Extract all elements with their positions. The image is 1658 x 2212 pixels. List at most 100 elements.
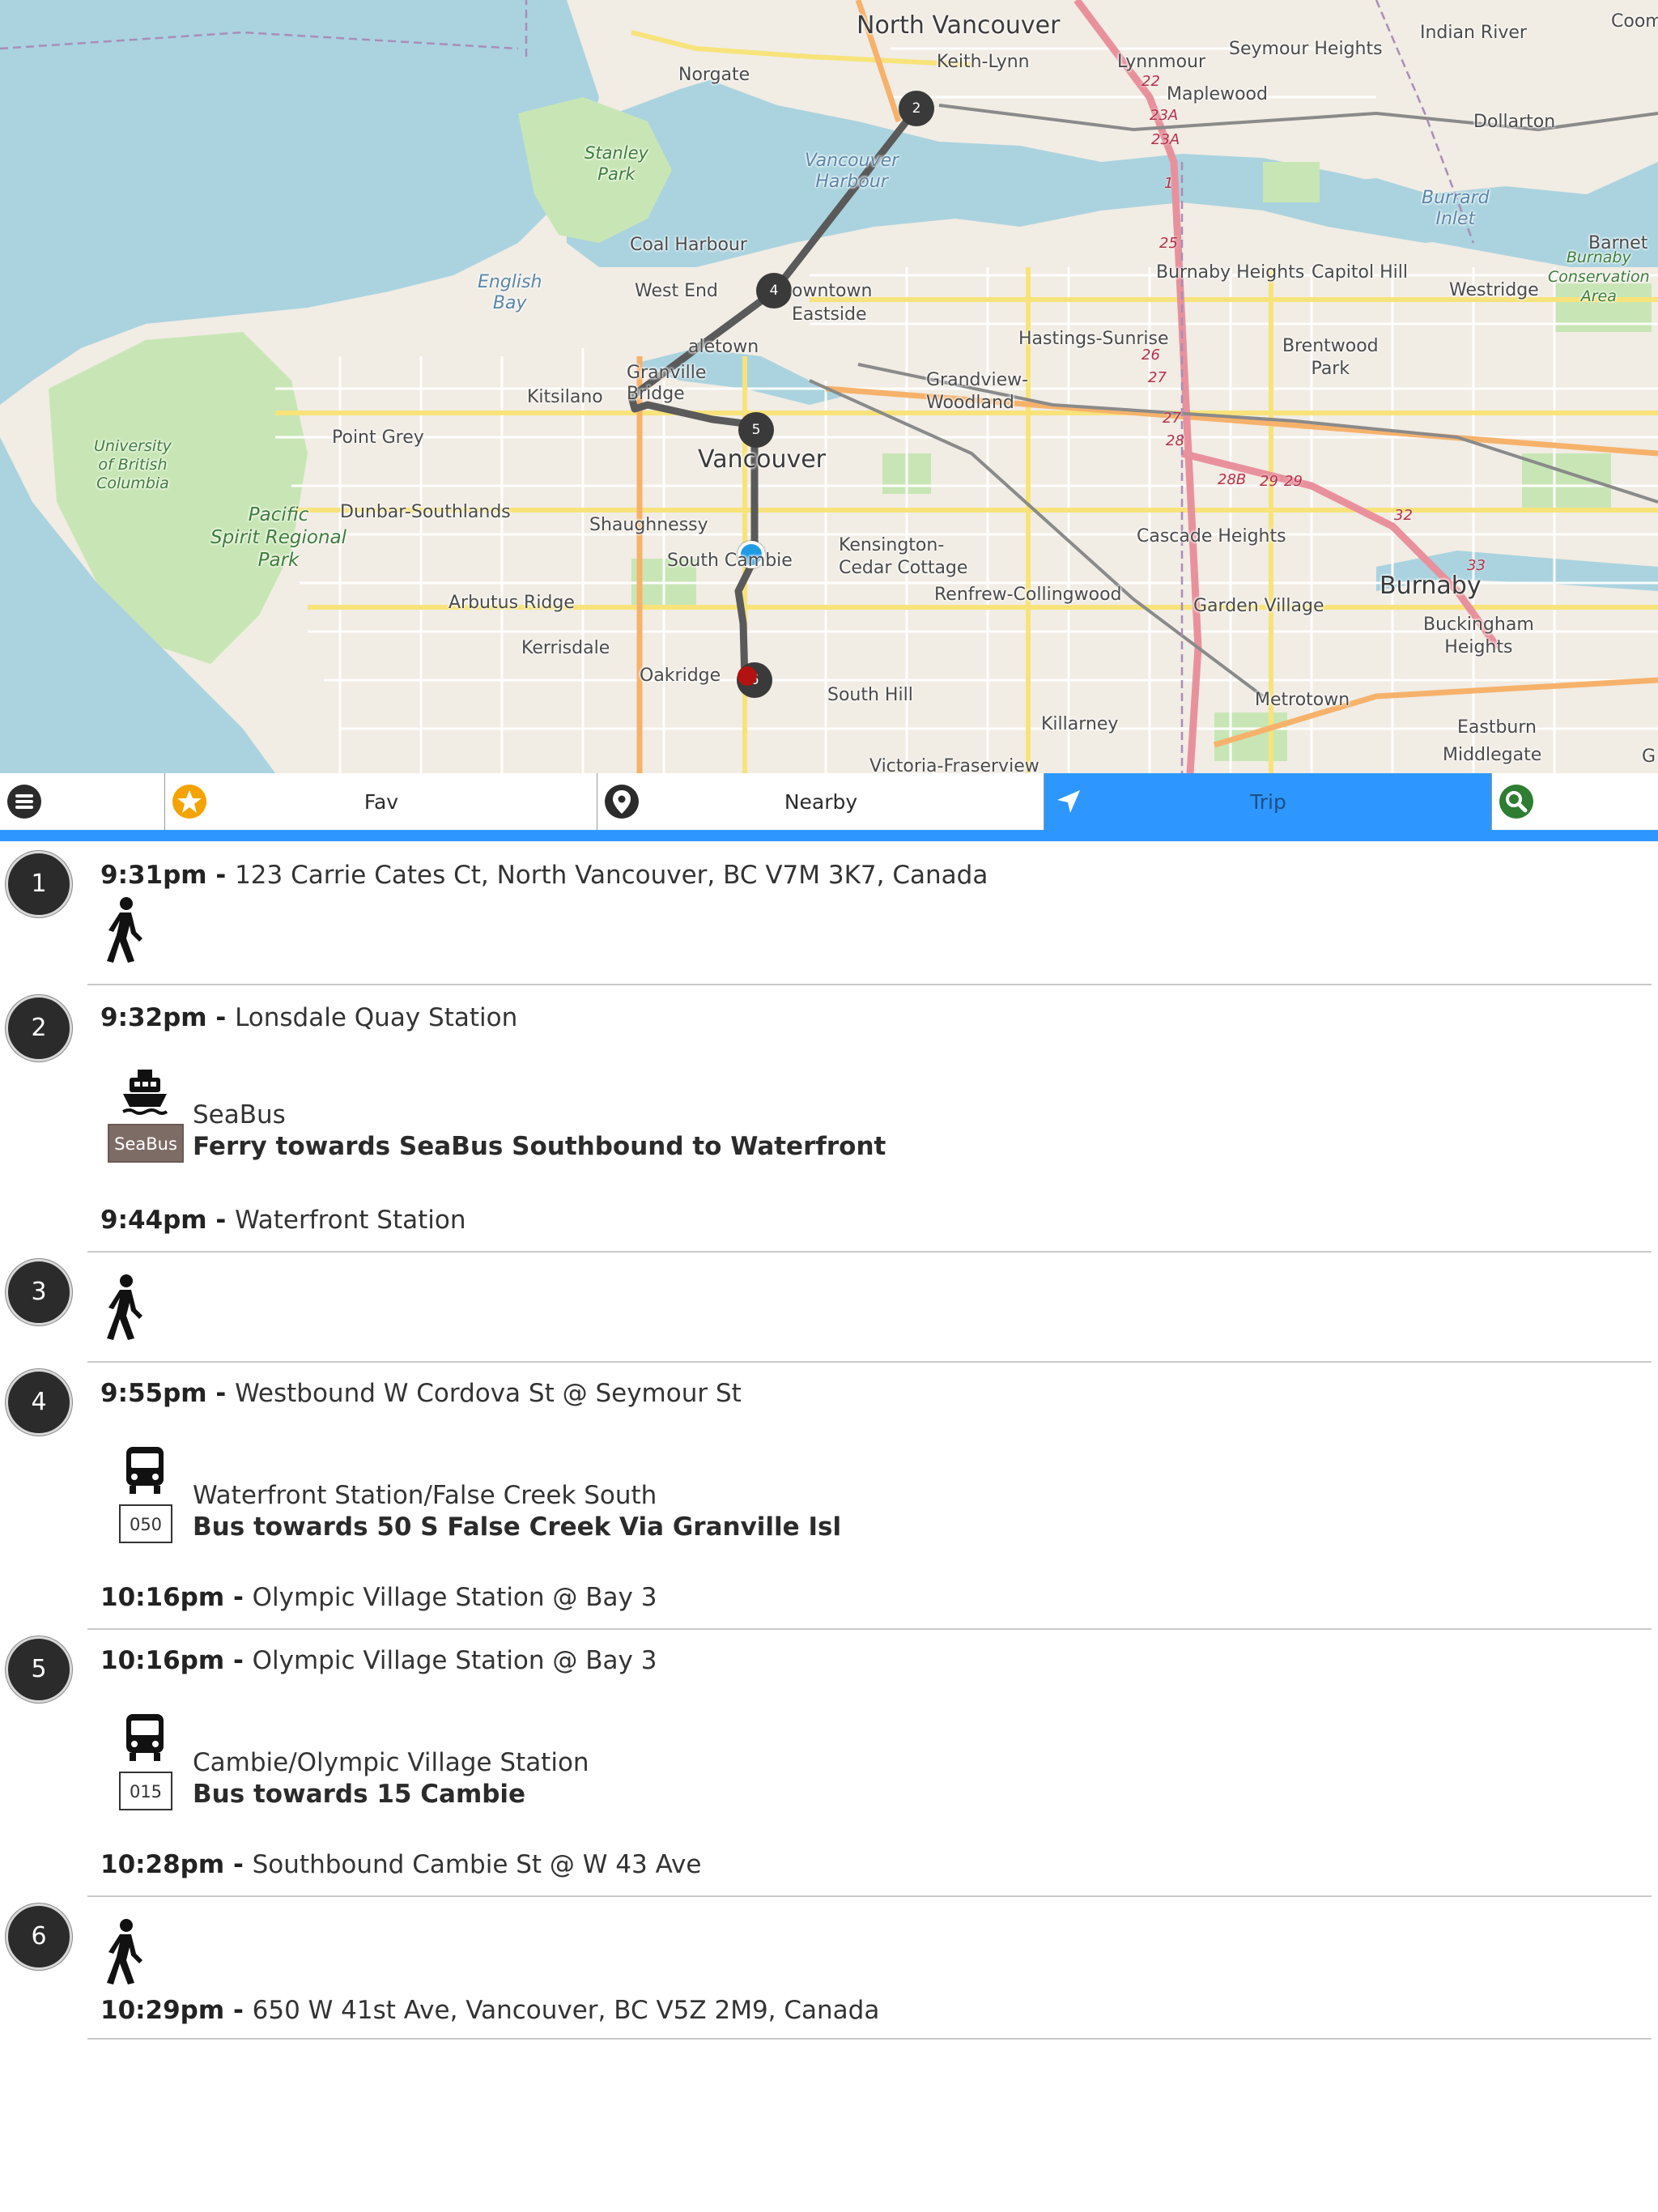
step-time: 9:31pm: [100, 861, 207, 890]
road-shield: 33: [1467, 557, 1486, 574]
walk-icon: [107, 1919, 142, 1984]
step-time: 9:32pm: [100, 1003, 207, 1032]
step-time: 10:16pm: [100, 1583, 225, 1612]
search-icon: [1499, 785, 1533, 819]
map-label: Maplewood: [1167, 84, 1268, 104]
tab-nearby[interactable]: Nearby: [597, 773, 1044, 830]
tab-accent-bar: [0, 830, 1658, 841]
step-number-badge: 6: [6, 1904, 72, 1970]
map-label: Brentwood Park: [1282, 336, 1379, 379]
trip-step-4[interactable]: 4 9:55pm - Westbound W Cordova St @ Seym…: [0, 1363, 1658, 1630]
step-number-badge: 5: [6, 1636, 72, 1703]
map-label: aletown: [688, 337, 759, 357]
route-badge-015: 015: [119, 1772, 172, 1810]
step-end-line: 10:28pm - Southbound Cambie St @ W 43 Av…: [100, 1850, 701, 1879]
map-label: Kerrisdale: [521, 638, 610, 658]
step-number-badge: 1: [6, 851, 72, 917]
road-shield: 29: [1260, 473, 1278, 490]
step-number-badge: 3: [6, 1259, 72, 1325]
separator: -: [224, 1646, 253, 1675]
map-label: Norgate: [678, 65, 750, 85]
map-label: Middlegate: [1443, 745, 1542, 765]
map-label: Metrotown: [1255, 690, 1350, 710]
map-label: G: [1642, 747, 1656, 767]
step-end-line: 9:44pm - Waterfront Station: [100, 1206, 466, 1235]
map-label: Garden Village: [1193, 596, 1324, 616]
route-direction: Bus towards 50 S False Creek Via Granvil…: [193, 1512, 842, 1542]
separator: -: [206, 1206, 236, 1235]
trip-map[interactable]: 2 4 5 6 North Vancouver Keith-Lynn Lynnm…: [0, 0, 1658, 773]
step-time: 9:44pm: [100, 1206, 207, 1235]
separator: -: [206, 1003, 236, 1032]
tab-fav[interactable]: Fav: [165, 773, 597, 830]
step-place: Olympic Village Station @ Bay 3: [252, 1583, 657, 1612]
map-label: Eastburn: [1457, 717, 1537, 738]
map-label: Lynnmour: [1117, 52, 1206, 72]
map-label: Burrard Inlet: [1422, 188, 1490, 229]
step-time: 10:28pm: [100, 1850, 225, 1879]
map-marker-5[interactable]: 5: [738, 412, 774, 448]
step-divider: [87, 2038, 1652, 2040]
step-place: Westbound W Cordova St @ Seymour St: [235, 1379, 742, 1408]
bus-icon: [126, 1714, 164, 1761]
destination-pin-icon: [738, 666, 757, 686]
route-name: SeaBus: [193, 1100, 286, 1129]
route-direction: Ferry towards SeaBus Southbound to Water…: [193, 1132, 886, 1161]
map-label: Burnaby: [1380, 572, 1482, 600]
map-label: Victoria-Fraserview: [869, 756, 1039, 773]
road-shield: 27: [1148, 369, 1167, 386]
map-label: Burnaby Conservation Area: [1548, 249, 1650, 305]
route-badge-050: 050: [119, 1504, 172, 1543]
trip-step-3[interactable]: 3: [0, 1253, 1658, 1361]
trip-step-6[interactable]: 6 10:29pm - 650 W 41st Ave, Vancouver, B…: [0, 1897, 1658, 2043]
road-shield: 28: [1166, 432, 1184, 449]
map-label: Eastside: [792, 304, 867, 325]
road-shield: 22: [1141, 73, 1160, 90]
map-label: West End: [635, 281, 718, 301]
step-end-line: 10:16pm - Olympic Village Station @ Bay …: [100, 1583, 657, 1612]
map-label: Westridge: [1449, 280, 1539, 300]
map-label: owntown: [792, 281, 873, 301]
walk-icon: [107, 897, 142, 963]
step-time: 9:55pm: [100, 1379, 207, 1408]
trip-step-5[interactable]: 5 10:16pm - Olympic Village Station @ Ba…: [0, 1630, 1658, 1897]
map-label: Capitol Hill: [1312, 262, 1408, 283]
map-label: Vancouver Harbour: [805, 151, 899, 192]
road-shield: 29: [1284, 473, 1303, 490]
road-shield: 23A: [1151, 131, 1180, 148]
map-marker-4[interactable]: 4: [756, 273, 792, 308]
map-label: Shaughnessy: [589, 515, 708, 535]
walk-icon: [107, 1274, 142, 1340]
separator: -: [224, 1996, 253, 2025]
tab-trip-label: Trip: [1250, 790, 1286, 814]
map-label: Killarney: [1041, 714, 1119, 734]
map-label: Dunbar-Southlands: [340, 502, 511, 522]
map-marker-2[interactable]: 2: [899, 91, 934, 126]
map-label: Keith-Lynn: [937, 52, 1030, 72]
menu-icon: [7, 785, 41, 819]
map-label: South Cambie: [667, 551, 793, 571]
tab-bar: Fav Nearby Trip: [0, 773, 1658, 831]
route-direction: Bus towards 15 Cambie: [193, 1780, 526, 1809]
trip-step-2[interactable]: 2 9:32pm - Lonsdale Quay Station SeaBus …: [0, 985, 1658, 1253]
step-place: Waterfront Station: [235, 1206, 466, 1235]
map-label: Point Grey: [332, 428, 424, 448]
map-label: Indian River: [1420, 23, 1527, 43]
map-tiles: [0, 0, 1658, 773]
step-place: Lonsdale Quay Station: [235, 1003, 518, 1032]
map-label: Stanley Park: [585, 143, 648, 184]
separator: -: [206, 1379, 236, 1408]
step-place: 650 W 41st Ave, Vancouver, BC V5Z 2M9, C…: [252, 1996, 880, 2025]
trip-step-1[interactable]: 1 9:31pm - 123 Carrie Cates Ct, North Va…: [0, 841, 1658, 985]
tab-menu[interactable]: [0, 773, 165, 830]
map-label: University of British Columbia: [94, 437, 172, 492]
step-number-badge: 4: [6, 1369, 72, 1436]
road-shield: 23A: [1150, 107, 1179, 124]
tab-search[interactable]: [1492, 773, 1658, 830]
separator: -: [206, 861, 236, 890]
map-label: Grandview- Woodland: [926, 370, 1029, 413]
map-label: Oakridge: [640, 666, 721, 686]
step-end-line: 10:29pm - 650 W 41st Ave, Vancouver, BC …: [100, 1996, 879, 2025]
tab-trip[interactable]: Trip: [1044, 773, 1492, 830]
ferry-icon: [122, 1070, 168, 1115]
